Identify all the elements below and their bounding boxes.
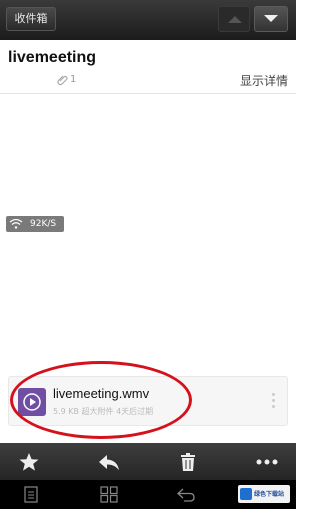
red-highlight-circle [10, 361, 192, 439]
paperclip-icon [57, 75, 68, 86]
attachment-more-icon[interactable] [272, 393, 275, 411]
next-message-button[interactable] [254, 6, 288, 32]
inbox-back-button[interactable]: 收件箱 [6, 7, 56, 31]
chevron-up-icon [228, 16, 242, 23]
network-speed-indicator: 92K/S [6, 216, 64, 232]
trash-icon[interactable] [177, 452, 199, 472]
attachment-count: 1 [70, 74, 77, 85]
message-meta: 1 显示详情 [0, 70, 296, 92]
bottom-action-bar [0, 443, 296, 480]
top-toolbar: 收件箱 [0, 0, 296, 40]
previous-message-button[interactable] [218, 6, 250, 32]
home-icon[interactable] [100, 486, 118, 503]
star-icon[interactable] [18, 452, 40, 472]
header-divider [0, 93, 296, 94]
network-speed-text: 92K/S [30, 219, 57, 229]
site-watermark: 绿色下载站 [238, 485, 290, 503]
message-subject: livemeeting [8, 49, 97, 66]
chevron-down-icon [264, 15, 278, 22]
back-icon[interactable] [176, 486, 196, 503]
wifi-icon [9, 219, 23, 229]
show-details-link[interactable]: 显示详情 [240, 72, 288, 89]
watermark-logo [240, 488, 252, 500]
reply-icon[interactable] [98, 452, 120, 472]
menu-icon[interactable] [24, 486, 38, 503]
watermark-text: 绿色下载站 [254, 491, 285, 498]
more-icon[interactable] [256, 452, 278, 472]
